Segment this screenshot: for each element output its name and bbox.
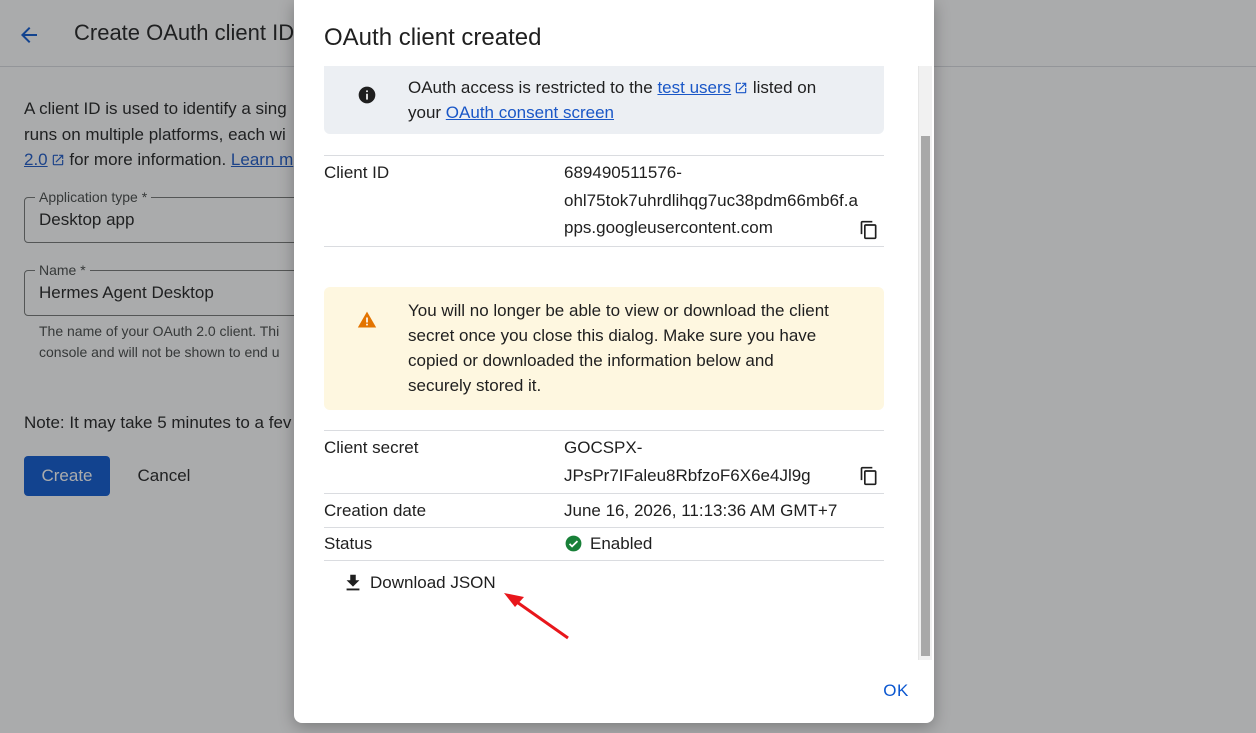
client-id-value: 689490511576- ohl75tok7uhrdlihqg7uc38pdm… <box>564 159 858 242</box>
warning-icon <box>357 311 377 328</box>
client-id-row: Client ID 689490511576- ohl75tok7uhrdlih… <box>324 155 884 247</box>
download-json-button[interactable]: Download JSON <box>334 566 504 600</box>
annotation-arrow-icon <box>504 593 569 640</box>
client-id-line-3: pps.googleusercontent.com <box>564 218 773 237</box>
creation-date-value: June 16, 2026, 11:13:36 AM GMT+7 <box>564 497 837 525</box>
client-id-line-1: 689490511576- <box>564 163 682 182</box>
client-secret-row: Client secret GOCSPX- JPsPr7IFaleu8Rbfzo… <box>324 430 884 493</box>
client-id-label: Client ID <box>324 163 390 182</box>
warning-line-1: You will no longer be able to view or do… <box>408 301 829 320</box>
status-label: Status <box>324 534 373 553</box>
check-circle-icon <box>565 535 582 552</box>
info-line-2: your OAuth consent screen <box>408 100 816 125</box>
info-text-2: listed on <box>748 78 817 97</box>
copy-client-id-button[interactable] <box>857 218 881 242</box>
ok-button[interactable]: OK <box>870 674 922 708</box>
status-text: Enabled <box>590 534 653 553</box>
download-json-label: Download JSON <box>370 573 496 592</box>
client-secret-label: Client secret <box>324 438 419 457</box>
oauth-client-created-dialog: OAuth client created OAuth access is res… <box>294 0 934 723</box>
test-users-link[interactable]: test users <box>657 78 731 97</box>
external-link-icon <box>735 82 747 94</box>
dialog-scrollbar-thumb[interactable] <box>921 136 930 656</box>
download-icon <box>346 574 360 591</box>
consent-screen-link[interactable]: OAuth consent screen <box>446 103 614 122</box>
info-banner: OAuth access is restricted to the test u… <box>324 66 884 134</box>
dialog-body: OAuth access is restricted to the test u… <box>294 66 934 660</box>
status-value: Enabled <box>564 530 652 558</box>
info-text: OAuth access is restricted to the test u… <box>408 75 816 125</box>
info-text-3: your <box>408 103 446 122</box>
warning-banner: You will no longer be able to view or do… <box>324 287 884 410</box>
info-icon <box>358 86 376 104</box>
warning-text: You will no longer be able to view or do… <box>408 298 829 398</box>
creation-date-text: June 16, 2026, 11:13:36 AM GMT+7 <box>564 501 838 520</box>
creation-date-row: Creation date June 16, 2026, 11:13:36 AM… <box>324 493 884 527</box>
info-text-1: OAuth access is restricted to the <box>408 78 658 97</box>
warning-line-3: copied or downloaded the information bel… <box>408 351 774 370</box>
warning-line-4: securely stored it. <box>408 376 542 395</box>
copy-client-secret-button[interactable] <box>857 464 881 488</box>
copy-icon <box>860 466 877 486</box>
client-secret-line-1: GOCSPX- <box>564 438 643 457</box>
creation-date-label: Creation date <box>324 501 427 520</box>
client-secret-line-2: JPsPr7IFaleu8RbfzoF6X6e4Jl9g <box>564 465 811 485</box>
copy-icon <box>860 220 877 240</box>
info-line-1: OAuth access is restricted to the test u… <box>408 75 816 100</box>
warning-line-2: secret once you close this dialog. Make … <box>408 326 817 345</box>
client-secret-value: GOCSPX- JPsPr7IFaleu8RbfzoF6X6e4Jl9g <box>564 434 811 489</box>
dialog-title: OAuth client created <box>324 24 542 51</box>
status-row: Status Enabled <box>324 527 884 561</box>
client-id-line-2: ohl75tok7uhrdlihqg7uc38pdm66mb6f.a <box>564 190 858 210</box>
